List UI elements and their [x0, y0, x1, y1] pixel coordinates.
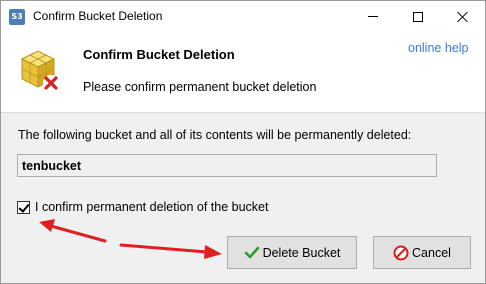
header-title: Confirm Bucket Deletion — [83, 47, 235, 62]
cancel-button[interactable]: Cancel — [373, 236, 471, 269]
bucket-delete-icon — [20, 50, 59, 91]
maximize-icon — [412, 11, 423, 22]
annotation-arrow-to-delete-button — [119, 243, 222, 259]
minimize-icon — [367, 16, 378, 17]
deletion-info-text: The following bucket and all of its cont… — [18, 128, 412, 142]
header-subtitle: Please confirm permanent bucket deletion — [83, 80, 317, 94]
check-icon — [244, 246, 260, 260]
maximize-button[interactable] — [395, 1, 440, 32]
s3-app-icon: S3 — [9, 9, 25, 25]
delete-bucket-label: Delete Bucket — [262, 245, 341, 260]
close-icon — [457, 11, 469, 23]
close-button[interactable] — [440, 1, 485, 32]
title-bar: S3 Confirm Bucket Deletion — [1, 1, 485, 32]
confirm-bucket-deletion-dialog: S3 Confirm Bucket Deletion Confirm Bucke… — [0, 0, 486, 284]
bucket-name-field: tenbucket — [17, 154, 437, 177]
minimize-button[interactable] — [350, 1, 395, 32]
window-title: Confirm Bucket Deletion — [33, 9, 163, 23]
confirm-checkbox-row[interactable]: I confirm permanent deletion of the buck… — [17, 200, 268, 214]
delete-bucket-button[interactable]: Delete Bucket — [227, 236, 357, 269]
annotation-arrow-to-checkbox — [39, 219, 107, 243]
confirm-checkbox[interactable] — [17, 200, 30, 214]
online-help-link[interactable]: online help — [408, 41, 468, 55]
header-panel: Confirm Bucket Deletion Please confirm p… — [1, 32, 485, 113]
cancel-label: Cancel — [412, 245, 451, 260]
confirm-checkbox-label[interactable]: I confirm permanent deletion of the buck… — [35, 200, 268, 214]
cancel-icon — [393, 245, 409, 261]
